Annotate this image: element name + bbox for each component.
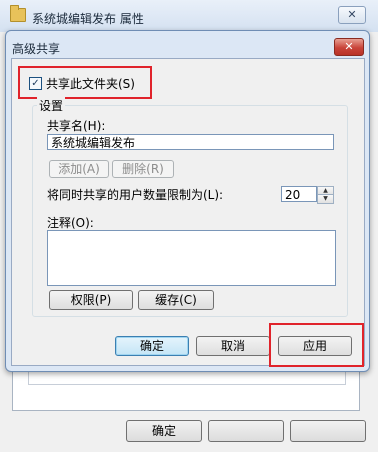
spin-down-arrow-icon[interactable]: ▼ <box>317 194 334 204</box>
outer-apply-button[interactable] <box>290 420 366 442</box>
outer-window-title: 系统城编辑发布 属性 <box>32 12 144 26</box>
folder-icon <box>10 5 26 22</box>
comment-textarea[interactable] <box>47 230 336 286</box>
remove-button[interactable]: 删除(R) <box>112 160 174 178</box>
dialog-close-button[interactable]: ✕ <box>334 38 364 56</box>
comment-label: 注释(O): <box>47 216 94 230</box>
highlight-apply-button <box>269 323 364 367</box>
caching-button[interactable]: 缓存(C) <box>138 290 214 310</box>
permissions-button[interactable]: 权限(P) <box>49 290 133 310</box>
add-button[interactable]: 添加(A) <box>49 160 109 178</box>
user-limit-input[interactable]: 20 <box>281 186 317 202</box>
highlight-share-checkbox <box>18 66 152 99</box>
outer-close-button[interactable]: ✕ <box>338 6 366 24</box>
user-limit-label: 将同时共享的用户数量限制为(L): <box>47 188 224 202</box>
outer-list-area <box>28 372 346 385</box>
dialog-title: 高级共享 <box>12 42 61 56</box>
outer-ok-button[interactable]: 确定 <box>126 420 202 442</box>
cancel-button[interactable]: 取消 <box>196 336 270 356</box>
share-name-input[interactable]: 系统城编辑发布 <box>47 134 334 150</box>
ok-button[interactable]: 确定 <box>115 336 189 356</box>
outer-cancel-button[interactable] <box>208 420 284 442</box>
settings-group-label: 设置 <box>37 97 66 114</box>
share-name-label: 共享名(H): <box>47 119 106 133</box>
